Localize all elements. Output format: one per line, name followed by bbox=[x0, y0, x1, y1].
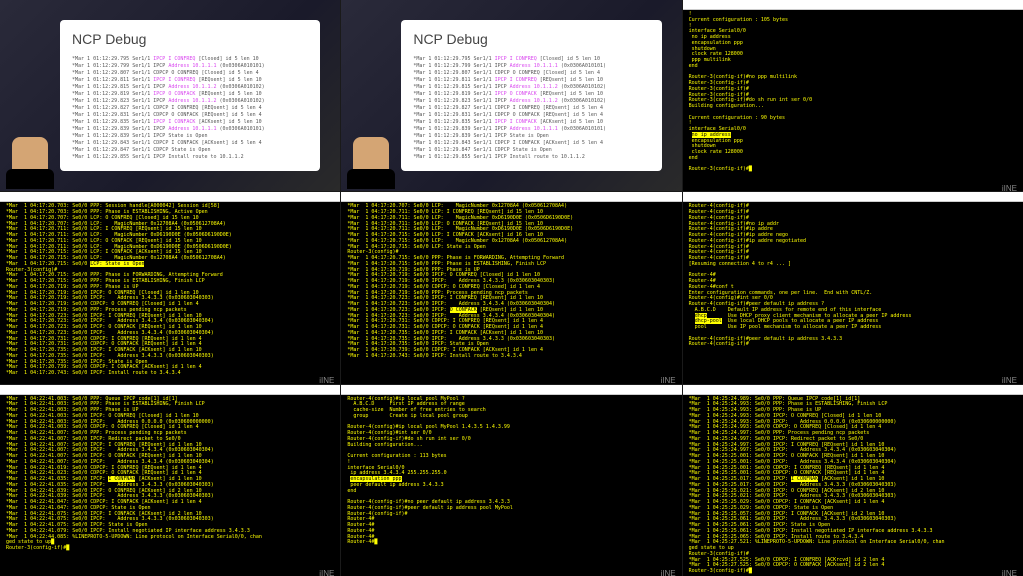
slide-body: *Mar 1 01:12:29.795 Ser1/1 IPCP I CONFRE… bbox=[413, 56, 649, 161]
ine-logo: iINE bbox=[661, 569, 676, 576]
terminal-c[interactable]: !Current configuration : 105 bytes!inter… bbox=[683, 0, 1023, 191]
window-titlebar bbox=[683, 385, 1023, 395]
slide-panel-1: NCP Debug *Mar 1 01:12:29.795 Ser1/1 IPC… bbox=[0, 0, 340, 191]
terminal-g[interactable]: *Mar 1 04:22:41.003: Se0/0 PPP: Queue IP… bbox=[0, 385, 340, 576]
terminal-h[interactable]: Router-4(config)#ip local pool MyPool ? … bbox=[341, 385, 681, 576]
ine-logo: iINE bbox=[319, 569, 334, 576]
slide-panel-2: NCP Debug *Mar 1 01:12:29.795 Ser1/1 IPC… bbox=[341, 0, 681, 191]
slide-card: NCP Debug *Mar 1 01:12:29.795 Ser1/1 IPC… bbox=[60, 20, 320, 171]
slide-card: NCP Debug *Mar 1 01:12:29.795 Ser1/1 IPC… bbox=[401, 20, 661, 171]
window-titlebar bbox=[341, 385, 681, 395]
window-titlebar bbox=[0, 385, 340, 395]
window-titlebar bbox=[683, 192, 1023, 202]
slide-title: NCP Debug bbox=[413, 30, 649, 50]
window-titlebar bbox=[0, 192, 340, 202]
terminal-i[interactable]: *Mar 1 04:25:24.989: Se0/0 PPP: Queue IP… bbox=[683, 385, 1023, 576]
presenter-avatar bbox=[12, 137, 48, 181]
ine-logo: iINE bbox=[319, 376, 334, 383]
ine-logo: iINE bbox=[1002, 569, 1017, 576]
ine-logo: iINE bbox=[661, 376, 676, 383]
slide-body: *Mar 1 01:12:29.795 Ser1/1 IPCP I CONFRE… bbox=[72, 56, 308, 161]
terminal-e[interactable]: *Mar 1 04:17:20.707: Se0/0 LCP: MagicNum… bbox=[341, 192, 681, 383]
terminal-d[interactable]: *Mar 1 04:17:20.703: Se0/0 PPP: Session … bbox=[0, 192, 340, 383]
terminal-f[interactable]: Router-4(config-if)#Router-4(config-if)#… bbox=[683, 192, 1023, 383]
slide-title: NCP Debug bbox=[72, 30, 308, 50]
window-titlebar bbox=[683, 0, 1023, 10]
video-thumbnail-grid: NCP Debug *Mar 1 01:12:29.795 Ser1/1 IPC… bbox=[0, 0, 1023, 576]
window-titlebar bbox=[341, 192, 681, 202]
ine-logo: iINE bbox=[1002, 376, 1017, 383]
ine-logo: iINE bbox=[1002, 184, 1017, 191]
presenter-avatar bbox=[353, 137, 389, 181]
